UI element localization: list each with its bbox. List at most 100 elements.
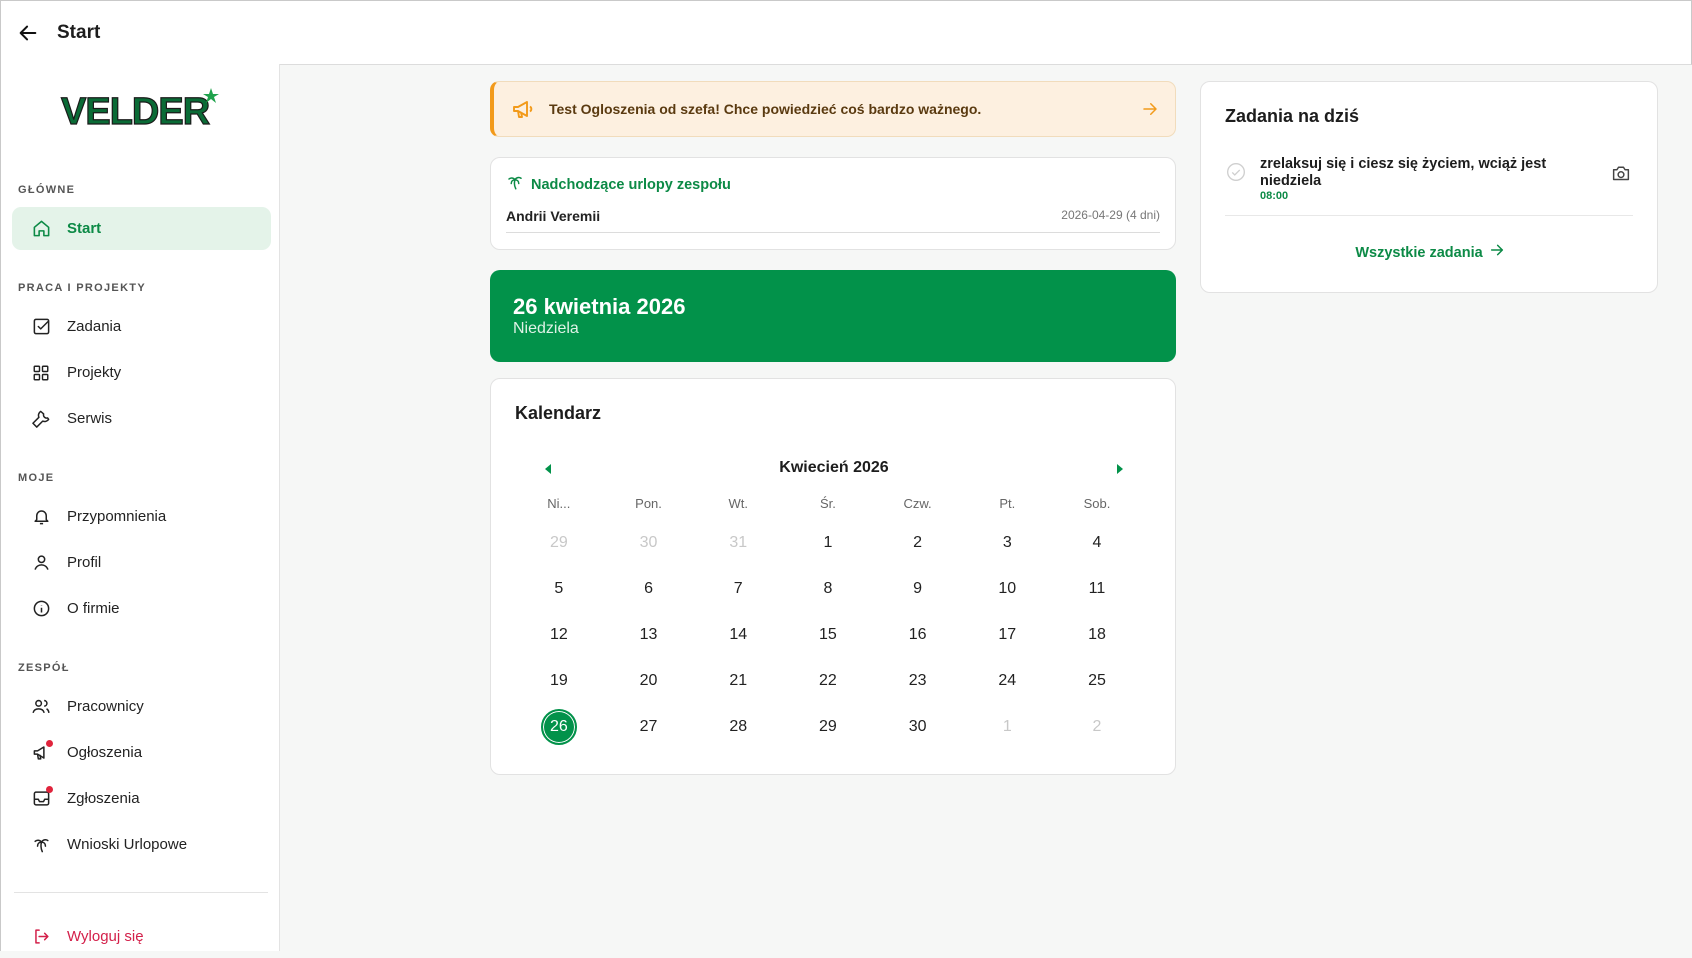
calendar-day[interactable]: 30 [873,704,963,750]
next-month-icon[interactable] [1110,459,1130,479]
task-complete-checkbox[interactable] [1226,162,1246,182]
calendar-day[interactable]: 9 [873,566,963,612]
notification-dot [46,785,53,793]
weekday-label: Sob. [1083,496,1111,511]
all-tasks-link[interactable]: Wszystkie zadania [1201,242,1659,263]
sidebar-item-projekty[interactable]: Projekty [12,351,271,394]
sidebar-item-zgloszenia[interactable]: Zgłoszenia [12,777,271,820]
sidebar-item-label: Start [67,220,102,237]
calendar-day[interactable]: 2 [873,520,963,566]
task-time: 08:00 [1260,190,1289,202]
section-label-moje: MOJE [18,472,55,484]
calendar-day[interactable]: 30 [604,520,694,566]
day-number: 30 [908,718,927,735]
sidebar-item-label: Zadania [67,318,122,335]
calendar-day-today[interactable]: 26 [514,704,604,750]
weekday-label: Pt. [999,496,1016,511]
back-arrow-icon[interactable] [15,20,41,46]
day-number: 12 [549,626,568,643]
velder-logo: VELDER [59,86,225,134]
calendar-day[interactable]: 6 [604,566,694,612]
top-bar: Start [0,0,1692,65]
calendar-day[interactable]: 25 [1052,658,1142,704]
sidebar-item-label: Wnioski Urlopowe [67,836,188,853]
weekday-label: Ni... [547,496,571,511]
calendar-week: 12 13 14 15 16 17 18 [514,612,1142,658]
announcement-banner[interactable]: Test Ogloszenia od szefa! Chce powiedzie… [490,81,1176,137]
sidebar-item-start[interactable]: Start [12,207,271,250]
calendar-day[interactable]: 21 [693,658,783,704]
day-number: 20 [639,672,658,689]
calendar-day[interactable]: 8 [783,566,873,612]
calendar-week: 29 30 31 1 2 3 4 [514,520,1142,566]
calendar-day[interactable]: 12 [514,612,604,658]
logout-label: Wyloguj się [67,928,144,945]
day-number: 26 [540,709,577,745]
sidebar-item-przypomnienia[interactable]: Przypomnienia [12,495,271,538]
sidebar-item-o-firmie[interactable]: O firmie [12,587,271,630]
calendar-day[interactable]: 23 [873,658,963,704]
calendar-day[interactable]: 16 [873,612,963,658]
user-icon [31,553,51,573]
calendar-day[interactable]: 18 [1052,612,1142,658]
calendar-day[interactable]: 14 [693,612,783,658]
calendar-day[interactable]: 31 [693,520,783,566]
calendar-day[interactable]: 1 [783,520,873,566]
calendar-day[interactable]: 11 [1052,566,1142,612]
day-number: 1 [1002,718,1012,735]
calendar-day[interactable]: 27 [604,704,694,750]
task-title[interactable]: zrelaksuj się i ciesz się życiem, wciąż … [1260,156,1580,190]
calendar-day[interactable]: 13 [604,612,694,658]
sidebar-item-serwis[interactable]: Serwis [12,397,271,440]
logout-button[interactable]: Wyloguj się [12,915,271,958]
day-number: 28 [729,718,748,735]
day-number: 6 [644,580,653,597]
calendar-day[interactable]: 29 [514,520,604,566]
calendar-day[interactable]: 7 [693,566,783,612]
calendar-week: 26 27 28 29 30 1 2 [514,704,1142,750]
section-label-glowne: GŁÓWNE [18,184,76,196]
weekday-label: Czw. [903,496,932,511]
day-number: 29 [819,718,837,735]
calendar-day[interactable]: 10 [962,566,1052,612]
calendar-day[interactable]: 15 [783,612,873,658]
sidebar-item-zadania[interactable]: Zadania [12,305,271,348]
calendar-day[interactable]: 1 [962,704,1052,750]
sidebar-item-ogloszenia[interactable]: Ogłoszenia [12,731,271,774]
sidebar-item-wnioski-urlopowe[interactable]: Wnioski Urlopowe [12,823,271,866]
home-icon [31,219,51,239]
day-number: 7 [733,580,743,597]
day-number: 2 [913,534,923,551]
calendar-day[interactable]: 19 [514,658,604,704]
calendar-week: 19 20 21 22 23 24 25 [514,658,1142,704]
day-number: 22 [819,672,837,689]
weekday-header: Ni... Pon. Wt. Śr. Czw. Pt. Sob. [514,496,1142,520]
calendar-day[interactable]: 3 [962,520,1052,566]
announcement-text: Test Ogloszenia od szefa! Chce powiedzie… [549,101,982,117]
calendar-day[interactable]: 20 [604,658,694,704]
calendar-grid: Ni... Pon. Wt. Śr. Czw. Pt. Sob. 29 30 3… [514,496,1142,750]
weekday-label: Pon. [635,496,662,511]
sidebar-item-label: Pracownicy [67,698,144,715]
day-number: 9 [913,580,923,597]
grid-icon [31,363,51,383]
calendar-day[interactable]: 17 [962,612,1052,658]
calendar-day[interactable]: 5 [514,566,604,612]
calendar-day[interactable]: 4 [1052,520,1142,566]
logout-icon [31,927,51,947]
day-number: 13 [639,626,658,643]
day-number: 25 [1088,672,1106,689]
sidebar-item-pracownicy[interactable]: Pracownicy [12,685,271,728]
day-number: 17 [998,626,1017,643]
camera-icon[interactable] [1611,164,1631,187]
sidebar-item-profil[interactable]: Profil [12,541,271,584]
calendar-day[interactable]: 22 [783,658,873,704]
arrow-right-icon [1141,100,1159,123]
calendar-day[interactable]: 24 [962,658,1052,704]
calendar-day[interactable]: 28 [693,704,783,750]
section-label-praca: PRACA I PROJEKTY [18,282,146,294]
day-number: 24 [998,672,1017,689]
upcoming-vacations-card: Nadchodzące urlopy zespołu Andrii Veremi… [490,157,1176,250]
calendar-day[interactable]: 29 [783,704,873,750]
calendar-day[interactable]: 2 [1052,704,1142,750]
